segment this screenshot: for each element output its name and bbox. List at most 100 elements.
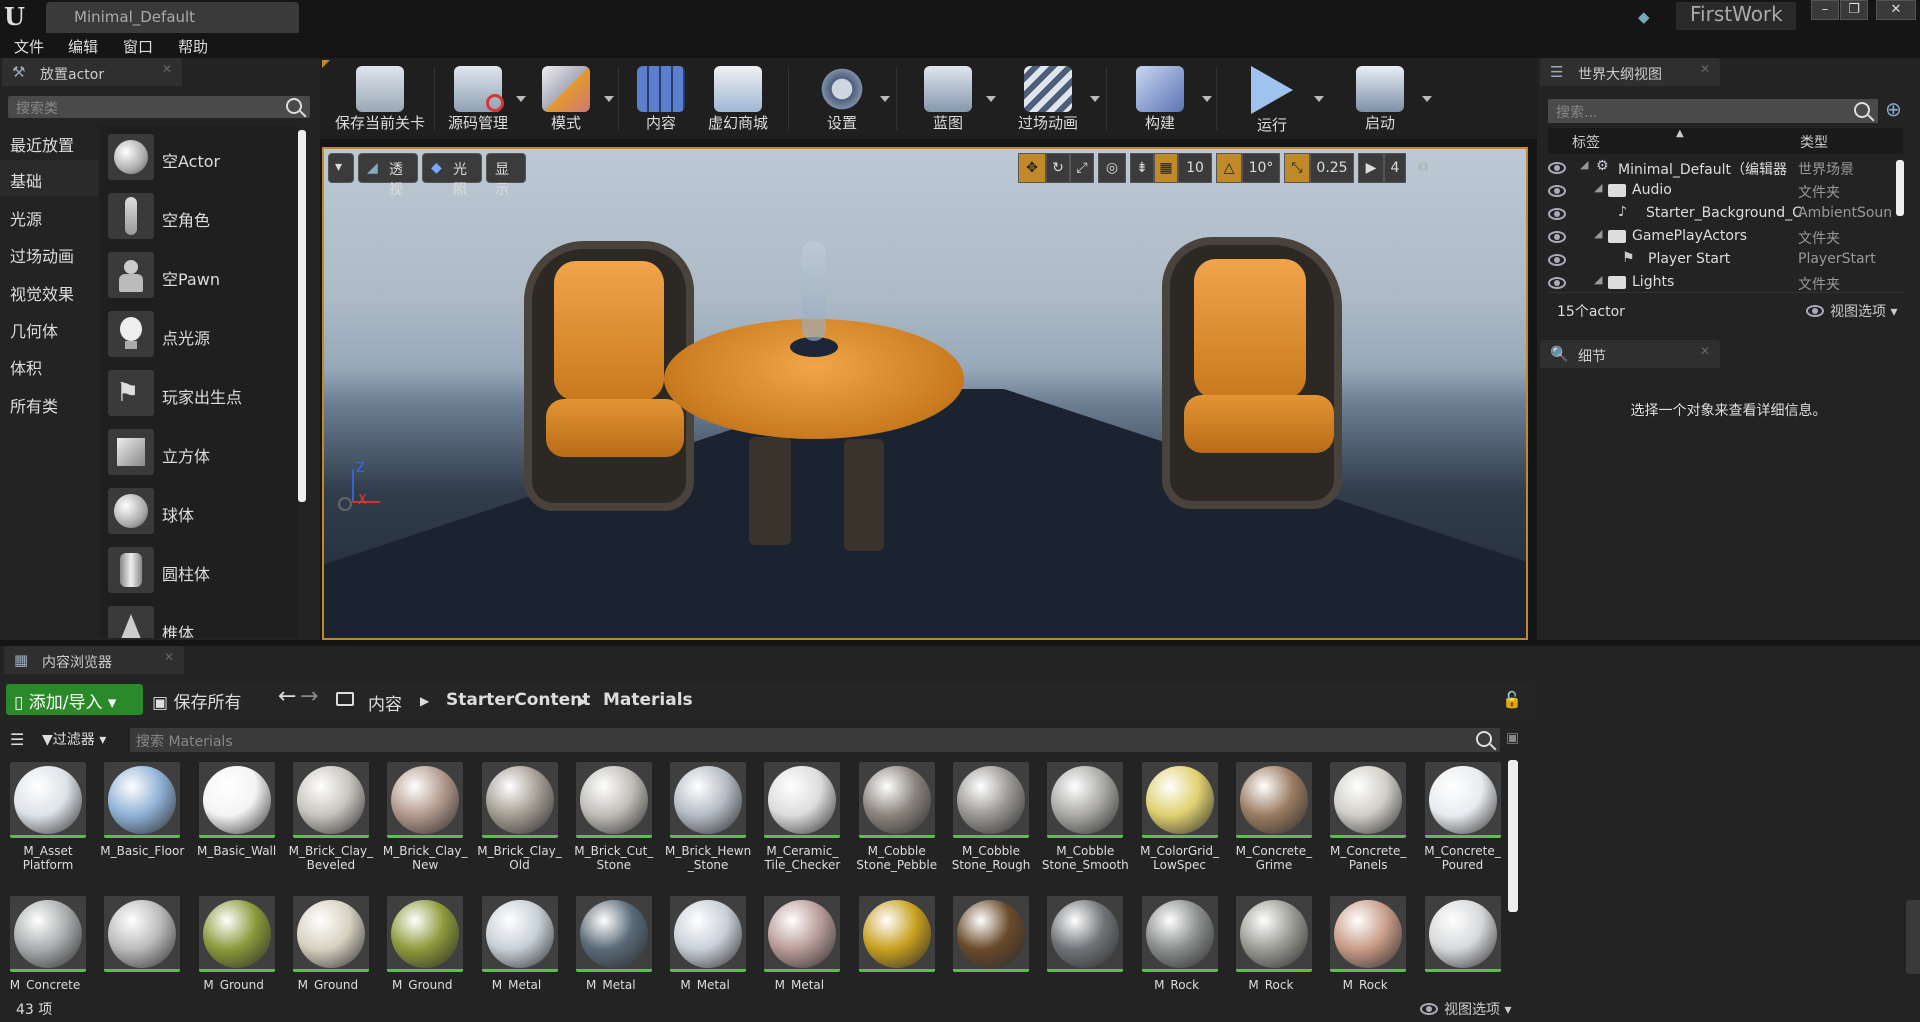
category-basic[interactable]: 基础	[0, 160, 98, 196]
menu-edit[interactable]: 编辑	[68, 36, 98, 56]
category-volumes[interactable]: 体积	[0, 347, 98, 383]
lit-button[interactable]: ◆ 光照	[422, 153, 482, 198]
world-local-icon[interactable]: ◎	[1098, 153, 1126, 183]
save-level-button[interactable]: 保存当前关卡	[332, 60, 428, 136]
source-control-button[interactable]: 源码管理	[430, 60, 526, 136]
asset-m-ceramic-tile-checker[interactable]: M_Ceramic_ Tile_Checker	[758, 762, 846, 890]
breadcrumb-separator-icon[interactable]: ▶	[578, 694, 587, 708]
actor-list-scrollbar[interactable]	[298, 130, 306, 502]
category-geometry[interactable]: 几何体	[0, 310, 98, 346]
col-label-header[interactable]: 标签	[1572, 132, 1600, 152]
asset-m-brick-hewn-stone[interactable]: M_Brick_Hewn _Stone	[664, 762, 752, 890]
lock-icon[interactable]: 🔓	[1502, 690, 1522, 709]
tab-close-icon[interactable]: ✕	[164, 650, 174, 664]
minimize-button[interactable]: –	[1811, 0, 1839, 20]
visibility-eye-icon[interactable]	[1548, 277, 1566, 289]
play-button[interactable]: 运行	[1220, 60, 1324, 136]
tree-row-gameplay-actors[interactable]: ◢ GamePlayActors 文件夹	[1548, 227, 1898, 250]
add-import-button[interactable]: ▯ 添加/导入 ▾	[6, 684, 143, 715]
asset-m-concrete-panels[interactable]: M_Concrete_ Panels	[1324, 762, 1412, 890]
level-viewport[interactable]: ▾ ◢ 透视 ◆ 光照 显示 ✥ ↻ ⤢ ◎ ⇟ ▦ 10 △ 10° ⤡ 0.25…	[322, 147, 1528, 640]
content-button[interactable]: 内容	[624, 60, 698, 136]
actor-player-start[interactable]: ⚑ 玩家出生点	[100, 366, 298, 422]
asset-m-cobble-stone-smooth[interactable]: M_Cobble Stone_Smooth	[1041, 762, 1129, 890]
visibility-eye-icon[interactable]	[1548, 254, 1566, 266]
actor-sphere[interactable]: 球体	[100, 484, 298, 540]
filter-button[interactable]: ▼过滤器 ▾	[42, 729, 106, 749]
asset-m-asset-platform[interactable]: M_Asset Platform	[4, 762, 92, 890]
asset-item-assets_row2-1[interactable]	[98, 896, 186, 990]
content-view-options[interactable]: 视图选项 ▾	[1420, 999, 1511, 1019]
expand-arrow-icon[interactable]: ◢	[1580, 158, 1588, 171]
asset-m-brick-cut-stone[interactable]: M_Brick_Cut_ Stone	[570, 762, 658, 890]
tree-row-player-start[interactable]: ⚑ Player Start PlayerStart	[1548, 250, 1898, 273]
asset-item-assets_row2-9[interactable]	[853, 896, 941, 990]
content-browser-tab[interactable]: ▦ 内容浏览器 ✕	[4, 646, 184, 674]
camera-speed-value[interactable]: 4	[1384, 153, 1406, 183]
category-recent[interactable]: 最近放置	[0, 124, 98, 160]
forward-arrow-icon[interactable]: →	[300, 684, 318, 709]
breadcrumb-starter-content[interactable]: StarterContent	[446, 690, 590, 710]
rotate-tool-icon[interactable]: ↻	[1046, 153, 1070, 183]
menu-help[interactable]: 帮助	[178, 36, 208, 56]
tree-row-starter-background[interactable]: ♪ Starter_Background_C AmbientSoun	[1548, 204, 1898, 227]
save-search-icon[interactable]: ▣	[1506, 730, 1519, 746]
marketplace-button[interactable]: 虚幻商城	[696, 60, 780, 136]
actor-empty-character[interactable]: 空角色	[100, 189, 298, 245]
asset-m-ground[interactable]: M_Ground_	[381, 896, 469, 990]
chevron-down-icon[interactable]	[1422, 96, 1432, 102]
asset-m-colorgrid-lowspec[interactable]: M_ColorGrid_ LowSpec	[1136, 762, 1224, 890]
breadcrumb-separator-icon[interactable]: ▶	[420, 694, 429, 708]
settings-button[interactable]: 设置	[794, 60, 890, 136]
details-tab[interactable]: 🔍 细节 ✕	[1540, 340, 1720, 368]
asset-item-assets_row2-15[interactable]	[1419, 896, 1507, 990]
close-button[interactable]: ✕	[1876, 0, 1916, 20]
rotation-snap-icon[interactable]: △	[1216, 153, 1242, 183]
outliner-scrollbar[interactable]	[1896, 160, 1904, 216]
actor-cone[interactable]: 椎体	[100, 602, 298, 638]
surface-snap-icon[interactable]: ⇟	[1130, 153, 1154, 183]
save-all-button[interactable]: ▣ 保存所有	[152, 688, 241, 713]
category-all-classes[interactable]: 所有类	[0, 385, 98, 421]
menu-file[interactable]: 文件	[14, 36, 44, 56]
place-actor-tab[interactable]: ⚒ 放置actor ✕	[2, 58, 182, 86]
category-cinematic[interactable]: 过场动画	[0, 235, 98, 271]
outliner-view-options[interactable]: 视图选项 ▾	[1806, 301, 1897, 321]
asset-m-basic-floor[interactable]: M_Basic_Floor	[98, 762, 186, 890]
scale-snap-icon[interactable]: ⤡	[1284, 153, 1310, 183]
visibility-eye-icon[interactable]	[1548, 185, 1566, 197]
show-button[interactable]: 显示	[486, 153, 526, 198]
chevron-down-icon[interactable]	[1314, 96, 1324, 102]
asset-m-metal[interactable]: M_Metal_	[758, 896, 846, 990]
camera-speed-icon[interactable]: ▶	[1358, 153, 1384, 183]
asset-m-cobble-stone-pebble[interactable]: M_Cobble Stone_Pebble	[853, 762, 941, 890]
visibility-eye-icon[interactable]	[1548, 208, 1566, 220]
add-actor-icon[interactable]: ⊕	[1885, 97, 1902, 121]
viewport-menu-button[interactable]: ▾	[328, 153, 354, 183]
menu-window[interactable]: 窗口	[123, 36, 153, 56]
perspective-button[interactable]: ◢ 透视	[358, 153, 418, 198]
side-collapse-handle[interactable]	[1906, 900, 1920, 974]
breadcrumb-materials[interactable]: Materials	[603, 690, 693, 710]
tree-row-lights[interactable]: ◢ Lights 文件夹	[1548, 273, 1898, 291]
asset-m-cobble-stone-rough[interactable]: M_Cobble Stone_Rough	[947, 762, 1035, 890]
category-lights[interactable]: 光源	[0, 198, 98, 234]
asset-m-brick-clay-beveled[interactable]: M_Brick_Clay_ Beveled	[287, 762, 375, 890]
category-visual-effects[interactable]: 视觉效果	[0, 273, 98, 309]
col-type-header[interactable]: 类型	[1800, 132, 1828, 152]
actor-cube[interactable]: 立方体	[100, 425, 298, 481]
asset-m-metal[interactable]: M_Metal_	[664, 896, 752, 990]
content-search-input[interactable]: 搜索 Materials	[130, 728, 1500, 752]
asset-m-rock[interactable]: M_Rock_	[1136, 896, 1224, 990]
actor-cylinder[interactable]: 圆柱体	[100, 543, 298, 599]
asset-m-rock[interactable]: M_Rock_	[1230, 896, 1318, 990]
outliner-tab[interactable]: ☰ 世界大纲视图 ✕	[1540, 58, 1720, 86]
scale-snap-value[interactable]: 0.25	[1310, 153, 1354, 183]
grid-snap-value[interactable]: 10	[1178, 153, 1212, 183]
scale-tool-icon[interactable]: ⤢	[1070, 153, 1094, 183]
tab-close-icon[interactable]: ✕	[1700, 344, 1710, 358]
asset-m-brick-clay-old[interactable]: M_Brick_Clay_ Old	[476, 762, 564, 890]
chevron-down-icon[interactable]	[986, 96, 996, 102]
asset-grid-scrollbar[interactable]	[1508, 760, 1518, 912]
actor-empty-pawn[interactable]: 空Pawn	[100, 248, 298, 304]
